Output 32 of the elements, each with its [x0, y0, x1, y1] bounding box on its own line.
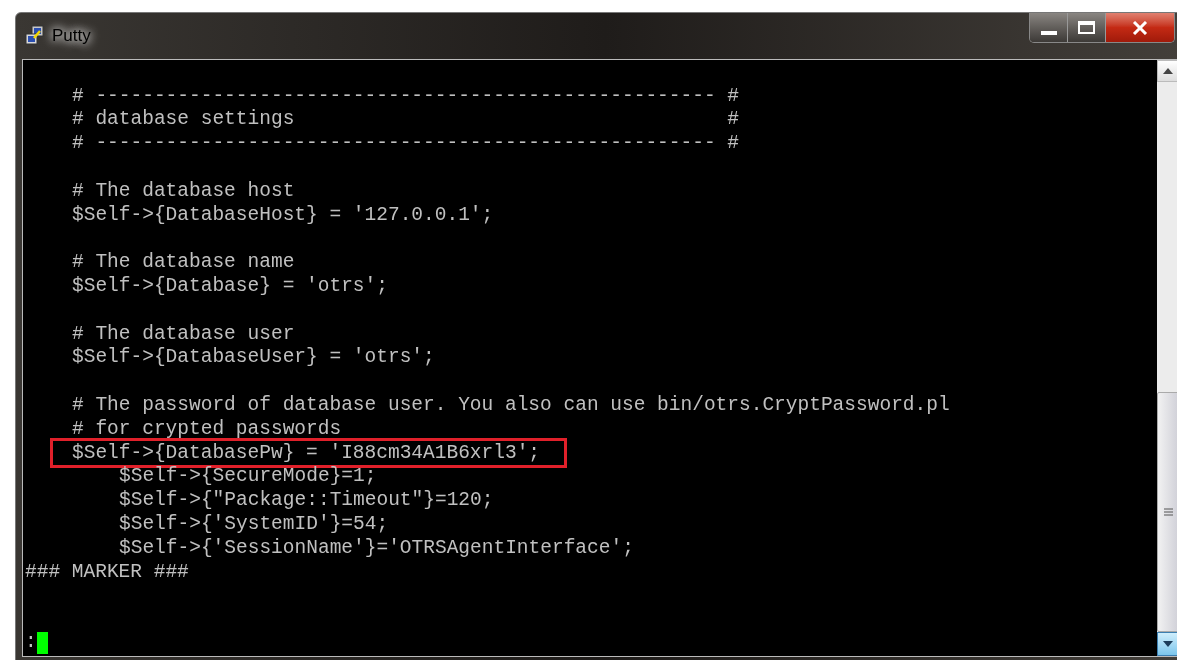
code-line: ### MARKER ###: [25, 560, 189, 583]
code-line: $Self->{SecureMode}=1;: [119, 465, 377, 488]
up-arrow-icon: [1163, 68, 1173, 74]
maximize-button[interactable]: [1068, 13, 1106, 42]
code-line: # The database name: [72, 251, 295, 274]
grip-icon: [1163, 508, 1173, 516]
prompt-text: :: [25, 630, 37, 656]
code-line: # ----------------------------------------------------- #: [72, 132, 739, 155]
code-line: # for crypted passwords: [72, 417, 342, 440]
code-line: $Self->{'SystemID'}=54;: [119, 513, 389, 536]
minimize-button[interactable]: [1030, 13, 1068, 42]
code-line: $Self->{DatabaseUser} = 'otrs';: [72, 346, 435, 369]
code-line: # ----------------------------------------------------- #: [72, 84, 739, 107]
code-line: # database settings #: [72, 108, 739, 131]
minimize-icon: [1040, 30, 1057, 35]
close-icon: [1132, 20, 1148, 35]
close-button[interactable]: [1106, 13, 1174, 42]
computers-icon: [24, 25, 46, 47]
scroll-down-button[interactable]: [1157, 632, 1177, 656]
scroll-up-button[interactable]: [1157, 60, 1177, 82]
code-line: # The password of database user. You also can use bin/otrs.CryptPassword.pl: [72, 394, 950, 417]
code-line: # The database host: [72, 179, 295, 202]
code-line: $Self->{"Package::Timeout"}=120;: [119, 489, 494, 512]
maximize-icon: [1078, 21, 1095, 34]
code-line: $Self->{DatabaseHost} = '127.0.0.1';: [72, 203, 494, 226]
code-line: $Self->{'SessionName'}='OTRSAgentInterface';: [119, 536, 634, 559]
scroll-thumb[interactable]: [1157, 392, 1177, 632]
cursor: [36, 632, 48, 654]
code-line: # The database user: [72, 322, 295, 345]
window-title: Putty: [52, 25, 91, 48]
down-arrow-icon: [1163, 641, 1173, 647]
code-line: $Self->{Database} = 'otrs';: [72, 275, 388, 298]
